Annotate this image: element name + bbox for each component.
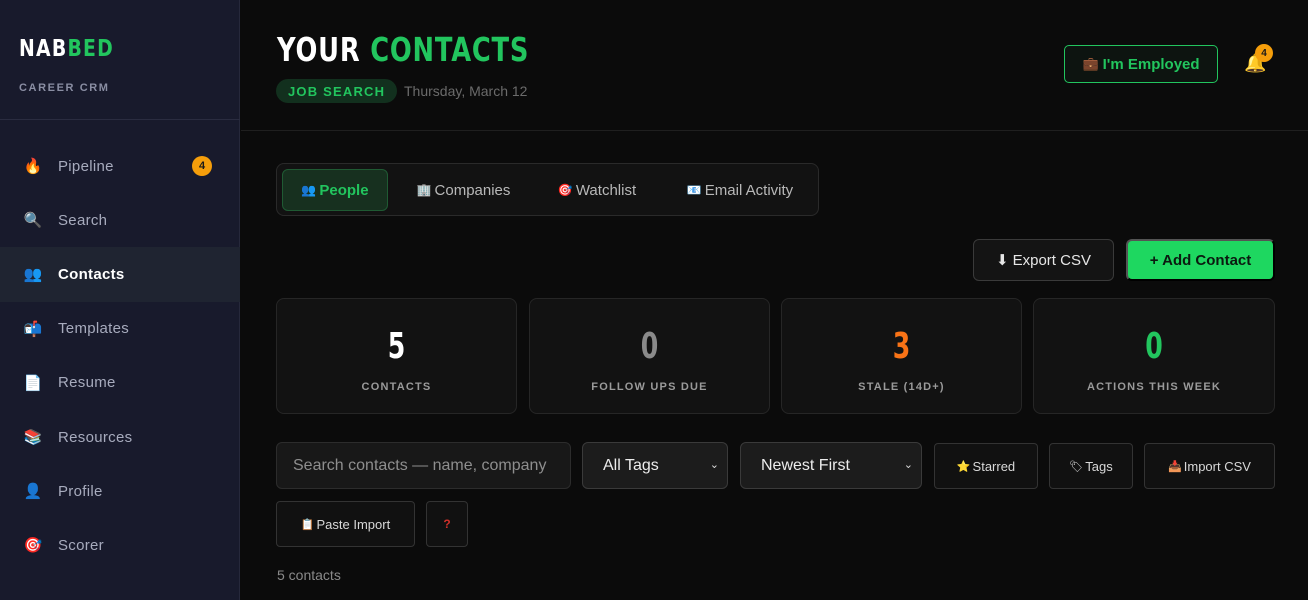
stat-card-contacts: 5 CONTACTS: [276, 298, 517, 414]
magnifier-icon: 🔍: [23, 212, 43, 230]
sidebar-item-resources[interactable]: 📚 Resources: [0, 410, 240, 464]
fire-icon: 🔥: [23, 158, 43, 176]
stat-value: 5: [387, 326, 406, 367]
mode-badge: JOB SEARCH: [276, 79, 398, 103]
star-icon: ⭐: [956, 460, 971, 473]
email-icon: 📧: [686, 183, 702, 197]
tab-label: People: [319, 181, 369, 199]
brand-name-part2: BED: [67, 36, 115, 62]
people-icon: 👥: [23, 266, 43, 284]
sidebar-item-pipeline[interactable]: 🔥 Pipeline 4: [0, 139, 240, 193]
sidebar-item-label: Profile: [58, 482, 103, 500]
sidebar: NABBED CAREER CRM 🔥 Pipeline 4 🔍 Search …: [0, 0, 240, 600]
stat-card-actions: 0 ACTIONS THIS WEEK: [1033, 298, 1275, 414]
import-csv-label: Import CSV: [1183, 458, 1251, 474]
sidebar-item-label: Search: [58, 211, 108, 229]
chevron-down-icon: ⌄: [903, 459, 913, 471]
mailbox-icon: 📬: [23, 320, 43, 338]
contacts-tab-bar: 👥 People 🏢 Companies 🎯 Watchlist 📧 Email…: [276, 163, 819, 216]
stat-label: CONTACTS: [361, 381, 432, 393]
brand-name-part1: NAB: [19, 36, 68, 62]
export-csv-button[interactable]: ⬇ Export CSV: [973, 239, 1114, 281]
person-icon: 👤: [23, 483, 43, 501]
tab-people[interactable]: 👥 People: [282, 169, 388, 211]
sidebar-item-search[interactable]: 🔍 Search: [0, 193, 240, 247]
target-icon: 🎯: [23, 537, 43, 555]
import-csv-button[interactable]: 📥 Import CSV: [1144, 443, 1275, 489]
add-contact-button[interactable]: + Add Contact: [1126, 239, 1275, 281]
employed-button-label: I'm Employed: [1102, 55, 1200, 73]
tag-filter-value: All Tags: [603, 456, 659, 474]
building-icon: 🏢: [416, 183, 432, 197]
chevron-down-icon: ⌄: [709, 459, 719, 471]
sidebar-item-contacts[interactable]: 👥 Contacts: [0, 247, 240, 302]
stat-card-follow-ups: 0 FOLLOW UPS DUE: [529, 298, 770, 414]
target-icon: 🎯: [557, 183, 573, 197]
sidebar-item-templates[interactable]: 📬 Templates: [0, 302, 240, 356]
starred-filter-button[interactable]: ⭐ Starred: [934, 443, 1038, 489]
tab-watchlist[interactable]: 🎯 Watchlist: [547, 169, 647, 211]
document-icon: 📄: [23, 374, 43, 392]
tab-label: Watchlist: [575, 181, 637, 199]
stat-card-stale: 3 STALE (14D+): [781, 298, 1022, 414]
stat-label: STALE (14D+): [858, 381, 945, 393]
inbox-tray-icon: 📥: [1168, 460, 1182, 473]
current-date: Thursday, March 12: [404, 83, 528, 99]
brand-subtitle: CAREER CRM: [19, 82, 110, 94]
download-icon: ⬇: [996, 252, 1009, 269]
sidebar-item-label: Scorer: [58, 536, 104, 554]
briefcase-icon: 💼: [1082, 56, 1099, 71]
sidebar-nav: 🔥 Pipeline 4 🔍 Search 👥 Contacts 📬 Templ…: [0, 139, 240, 573]
tab-companies[interactable]: 🏢 Companies: [401, 169, 526, 211]
notification-count-badge: 4: [1255, 44, 1273, 62]
sidebar-item-label: Resume: [58, 374, 116, 392]
tags-button[interactable]: 🏷 Tags: [1049, 443, 1133, 489]
sort-value: Newest First: [761, 456, 850, 474]
books-icon: 📚: [23, 429, 43, 447]
stat-value: 3: [892, 326, 911, 367]
stat-value: 0: [1145, 326, 1163, 367]
tag-filter-select[interactable]: All Tags ⌄: [582, 442, 728, 489]
tags-label: Tags: [1085, 458, 1113, 474]
paste-import-label: Paste Import: [316, 516, 391, 532]
sidebar-item-label: Templates: [58, 320, 130, 338]
stat-label: FOLLOW UPS DUE: [591, 381, 708, 393]
pipeline-count-badge: 4: [192, 156, 212, 176]
page-title-part1: YOUR: [277, 30, 361, 69]
help-button[interactable]: ?: [426, 501, 468, 547]
contact-search-input[interactable]: [276, 442, 571, 489]
sidebar-item-label: Resources: [58, 428, 133, 446]
tab-label: Email Activity: [704, 181, 794, 199]
stat-label: ACTIONS THIS WEEK: [1086, 381, 1222, 393]
starred-label: Starred: [972, 458, 1016, 474]
tab-email-activity[interactable]: 📧 Email Activity: [673, 169, 807, 211]
sidebar-item-profile[interactable]: 👤 Profile: [0, 464, 240, 518]
page-header: YOUR CONTACTS JOB SEARCH Thursday, March…: [241, 0, 1308, 131]
sidebar-item-label: Contacts: [58, 265, 125, 283]
sidebar-divider: [0, 119, 240, 120]
employed-toggle-button[interactable]: 💼 I'm Employed: [1064, 45, 1218, 83]
paste-import-button[interactable]: 📋 Paste Import: [276, 501, 415, 547]
clipboard-icon: 📋: [300, 518, 315, 531]
sort-select[interactable]: Newest First ⌄: [740, 442, 922, 489]
stat-value: 0: [640, 326, 659, 367]
contact-count: 5 contacts: [277, 567, 341, 583]
brand-logo[interactable]: NABBED: [19, 36, 114, 62]
sidebar-item-resume[interactable]: 📄 Resume: [0, 356, 240, 410]
page-title-part2: CONTACTS: [370, 30, 530, 69]
page-title: YOUR CONTACTS: [277, 30, 529, 69]
people-icon: 👥: [301, 183, 317, 197]
tab-label: Companies: [434, 181, 511, 199]
sidebar-item-label: Pipeline: [58, 157, 114, 175]
export-csv-label: Export CSV: [1012, 251, 1091, 269]
sidebar-item-scorer[interactable]: 🎯 Scorer: [0, 518, 240, 572]
tag-icon: 🏷: [1069, 460, 1084, 473]
